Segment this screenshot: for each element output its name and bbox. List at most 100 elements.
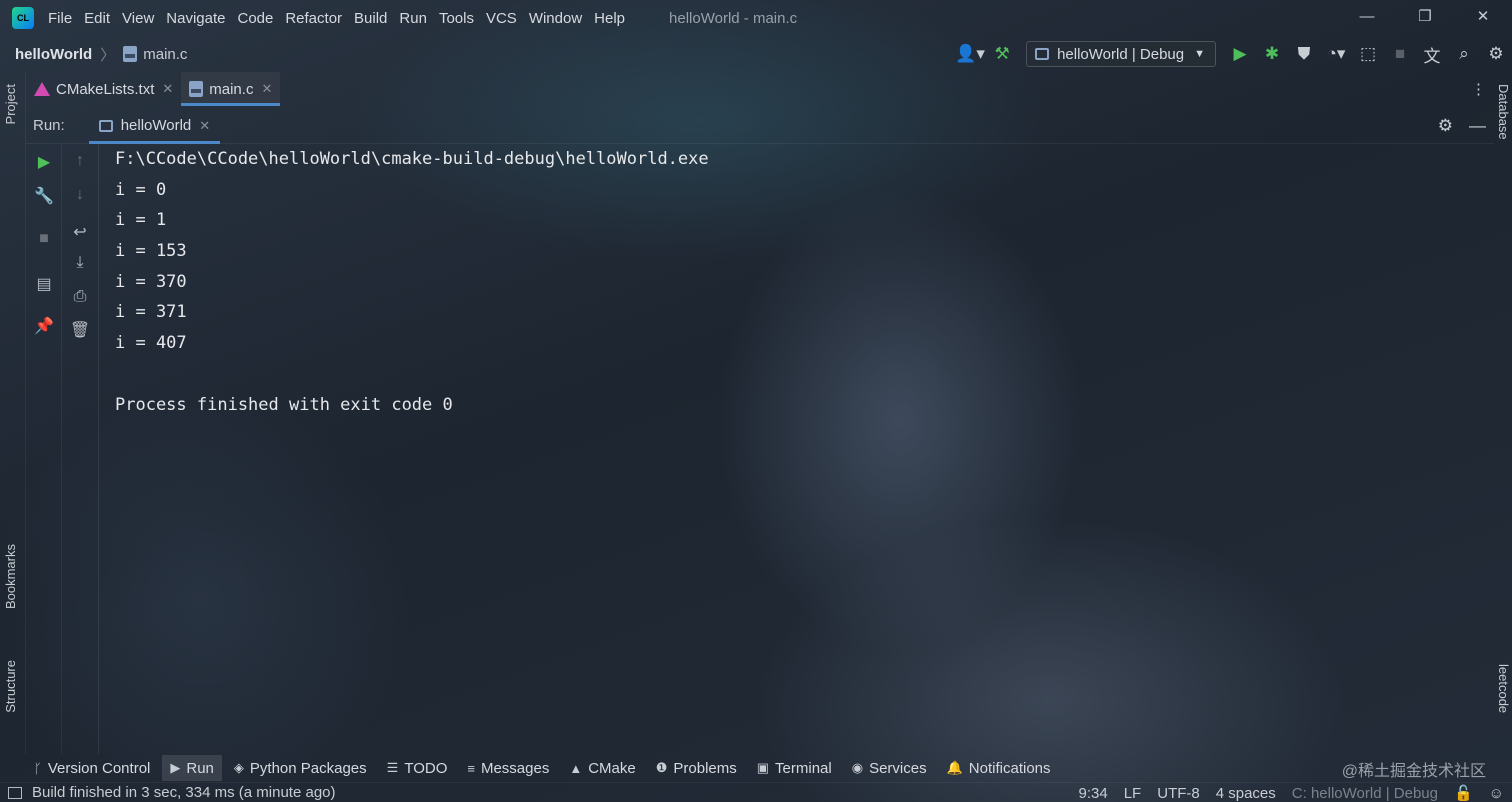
soft-wrap-icon[interactable]: ↩ [62, 222, 98, 242]
attach-debugger-icon[interactable]: ⬚ [1352, 44, 1384, 64]
close-tab-icon[interactable]: ✕ [261, 81, 272, 97]
file-encoding[interactable]: UTF-8 [1157, 785, 1200, 802]
menu-build[interactable]: Build [348, 10, 393, 27]
code-inspection-icon[interactable]: ☺ [1489, 785, 1504, 802]
console-line: i = 370 [115, 271, 187, 292]
menu-navigate[interactable]: Navigate [160, 10, 231, 27]
search-icon[interactable]: ⌕ [1448, 44, 1480, 64]
close-tab-icon[interactable]: ✕ [162, 81, 173, 97]
scroll-to-end-icon[interactable]: ⤓ [62, 254, 98, 272]
tool-messages[interactable]: ≡ Messages [459, 755, 557, 781]
menu-code[interactable]: Code [231, 10, 279, 27]
close-button[interactable]: ✕ [1454, 0, 1512, 36]
menu-edit[interactable]: Edit [78, 10, 116, 27]
project-tool-button[interactable]: Project [3, 84, 18, 124]
tool-windows-toggle-icon[interactable] [8, 786, 22, 799]
menu-vcs[interactable]: VCS [480, 10, 523, 27]
indent-setting[interactable]: 4 spaces [1216, 785, 1276, 802]
main-menu: File Edit View Navigate Code Refactor Bu… [42, 10, 631, 27]
run-configuration-select[interactable]: helloWorld | Debug ▼ [1026, 41, 1216, 67]
breadcrumb: helloWorld 〉 main.c [15, 44, 187, 65]
arrow-up-icon[interactable]: ↑ [62, 152, 98, 170]
tab-main-c[interactable]: main.c ✕ [181, 72, 281, 106]
console-output[interactable]: F:\CCode\CCode\helloWorld\cmake-build-de… [115, 147, 1485, 747]
tool-label: Run [186, 759, 214, 777]
breadcrumb-separator-icon: 〉 [100, 46, 116, 64]
menu-run[interactable]: Run [393, 10, 433, 27]
clion-logo-icon: CL [12, 7, 34, 29]
console-line: i = 0 [115, 179, 167, 200]
menu-window[interactable]: Window [523, 10, 588, 27]
tool-services[interactable]: ◉ Services [844, 755, 935, 781]
run-with-coverage-icon[interactable]: ⛊ [1288, 44, 1320, 64]
run-tab-helloworld[interactable]: helloWorld ✕ [88, 108, 221, 144]
resolve-context[interactable]: C: helloWorld | Debug [1292, 785, 1438, 802]
line-separator[interactable]: LF [1124, 785, 1142, 802]
left-tool-stripe: Project Bookmarks Structure [0, 72, 26, 754]
arrow-down-icon[interactable]: ↓ [62, 186, 98, 204]
status-message[interactable]: Build finished in 3 sec, 334 ms (a minut… [8, 784, 336, 801]
tool-run[interactable]: ▶ Run [162, 755, 222, 781]
tool-todo[interactable]: ☰ TODO [379, 755, 456, 781]
breadcrumb-file[interactable]: main.c [143, 46, 187, 63]
cmake-icon [34, 82, 50, 96]
run-icon[interactable]: ▶ [1224, 44, 1256, 64]
tool-notifications[interactable]: 🔔 Notifications [939, 755, 1059, 781]
problems-icon: ❶ [655, 760, 668, 775]
editor-tabs: CMakeLists.txt ✕ main.c ✕ ⋮ [26, 72, 1494, 106]
menu-file[interactable]: File [42, 10, 78, 27]
run-panel-header: Run: helloWorld ✕ ⚙ — [26, 108, 1494, 144]
tool-problems[interactable]: ❶ Problems [648, 755, 745, 781]
stop-icon[interactable]: ■ [26, 230, 62, 248]
console-line: F:\CCode\CCode\helloWorld\cmake-build-de… [115, 149, 709, 169]
tool-version-control[interactable]: ᚴ Version Control [26, 755, 158, 781]
status-bar: Build finished in 3 sec, 334 ms (a minut… [0, 782, 1512, 802]
terminal-icon: ▣ [756, 760, 770, 775]
rerun-icon[interactable]: ▶ [26, 152, 62, 172]
play-icon: ▶ [170, 760, 181, 775]
settings-gear-icon[interactable]: ⚙ [1480, 44, 1512, 64]
menu-tools[interactable]: Tools [433, 10, 480, 27]
console-line: i = 1 [115, 210, 167, 231]
user-icon[interactable]: 👤▾ [954, 44, 986, 64]
database-tool-button[interactable]: Database [1496, 84, 1511, 140]
more-vertical-icon[interactable]: ⋮ [1471, 80, 1486, 98]
debug-bug-icon[interactable]: ✱ [1256, 44, 1288, 64]
status-message-text: Build finished in 3 sec, 334 ms (a minut… [32, 784, 336, 801]
menu-refactor[interactable]: Refactor [279, 10, 348, 27]
minimize-button[interactable]: — [1338, 0, 1396, 36]
bookmarks-tool-button[interactable]: Bookmarks [3, 544, 18, 609]
tool-terminal[interactable]: ▣ Terminal [749, 755, 840, 781]
tool-label: Terminal [775, 759, 832, 777]
print-icon[interactable]: ⎙ [62, 288, 98, 306]
caret-position[interactable]: 9:34 [1079, 785, 1108, 802]
configuration-icon [98, 119, 113, 132]
build-hammer-icon[interactable]: ⚒ [986, 44, 1018, 64]
lock-icon[interactable]: 🔓 [1454, 784, 1473, 802]
menu-view[interactable]: View [116, 10, 160, 27]
tool-label: TODO [404, 759, 448, 777]
window-title: helloWorld - main.c [669, 9, 798, 27]
leetcode-tool-button[interactable]: leetcode [1496, 664, 1511, 713]
tool-label: Python Packages [249, 759, 367, 777]
settings-gear-icon[interactable]: ⚙ [1438, 116, 1453, 136]
structure-tool-button[interactable]: Structure [3, 660, 18, 713]
translate-icon[interactable]: 文 [1416, 42, 1448, 67]
profile-icon[interactable]: ◔▾ [1320, 44, 1352, 64]
breadcrumb-project[interactable]: helloWorld [15, 46, 92, 63]
close-tab-icon[interactable]: ✕ [199, 118, 210, 134]
tool-python-packages[interactable]: ◈ Python Packages [226, 755, 375, 781]
tool-label: CMake [588, 759, 636, 777]
pin-icon[interactable]: 📌 [26, 316, 62, 336]
restore-button[interactable]: ❐ [1396, 0, 1454, 36]
layout-icon[interactable]: ▤ [26, 274, 62, 294]
tool-cmake[interactable]: ▲ CMake [561, 755, 643, 781]
menu-help[interactable]: Help [588, 10, 631, 27]
watermark: @稀土掘金技术社区 [1341, 763, 1486, 780]
tab-cmakelists[interactable]: CMakeLists.txt ✕ [26, 72, 181, 106]
wrench-icon[interactable]: 🔧 [26, 186, 62, 206]
trash-icon[interactable]: 🗑 [62, 320, 98, 340]
stop-icon[interactable]: ■ [1384, 44, 1416, 64]
hide-panel-icon[interactable]: — [1469, 116, 1486, 136]
run-panel-actions: ⚙ — [1438, 116, 1486, 136]
